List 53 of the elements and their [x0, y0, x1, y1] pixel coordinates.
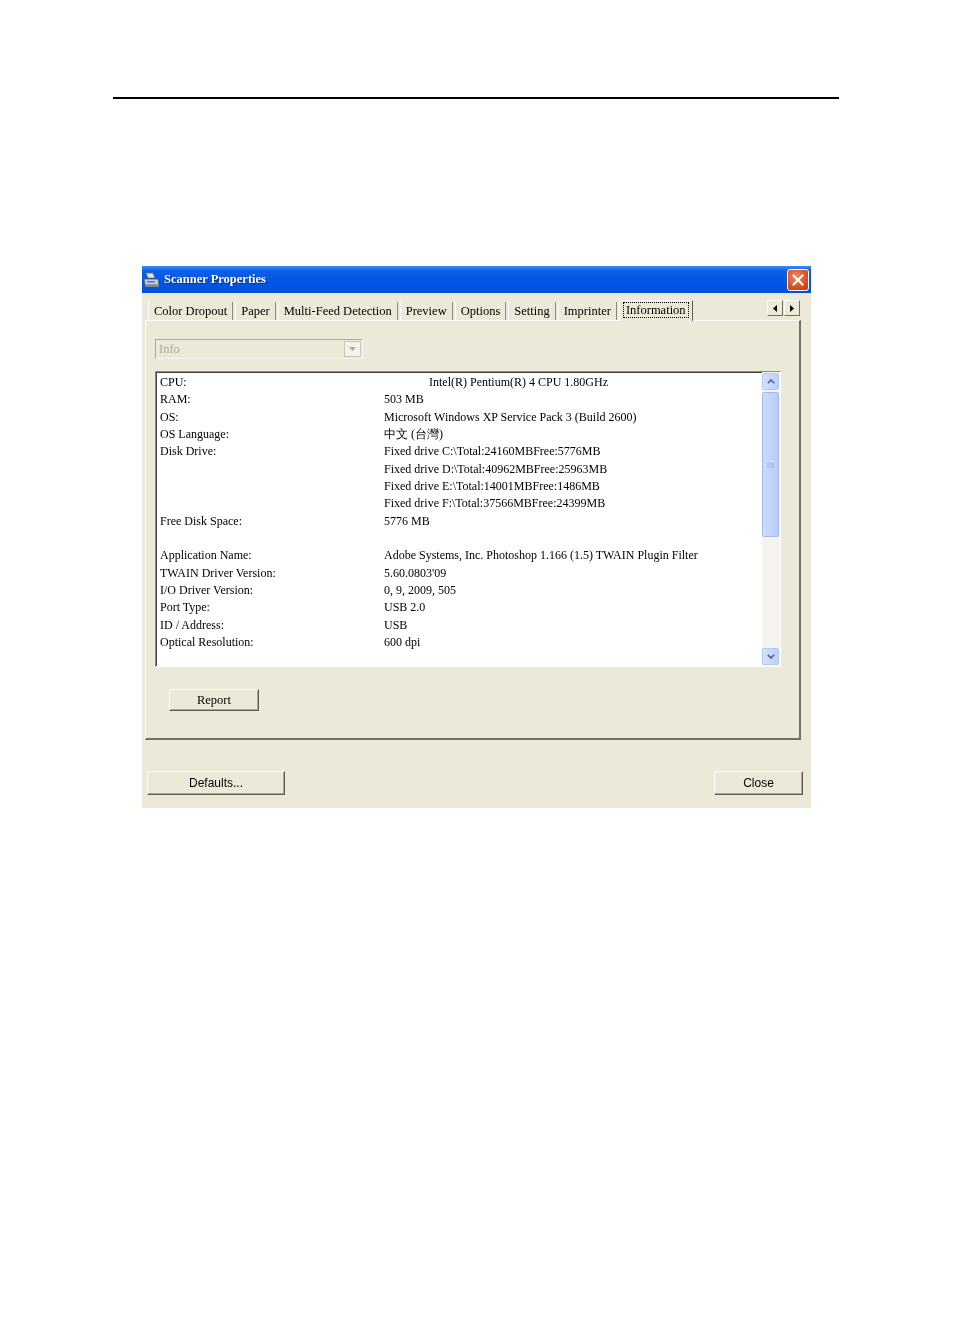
info-label: Application Name: — [160, 547, 252, 565]
chevron-down-icon — [766, 654, 775, 659]
info-value: Intel(R) Pentium(R) 4 CPU 1.80GHz — [429, 374, 608, 391]
info-value: 0, 9, 2009, 505 — [384, 581, 456, 599]
info-value: 5776 MB — [384, 512, 430, 530]
info-value: USB 2.0 — [384, 599, 426, 617]
info-value: USB — [384, 616, 408, 634]
info-value: 5.60.0803'09 — [384, 564, 447, 582]
info-label: Port Type: — [160, 599, 210, 617]
info-label: Free Disk Space: — [160, 512, 242, 530]
info-value: 503 MB — [384, 391, 424, 409]
info-value: Microsoft Windows XP Service Pack 3 (Build 2600) — [384, 408, 637, 426]
scroll-down-button[interactable] — [762, 648, 779, 665]
tab[interactable]: Color Dropout — [148, 302, 234, 320]
grip-icon — [767, 461, 774, 468]
info-value: Fixed drive D:\Total:40962MBFree:25963MB — [384, 460, 608, 478]
info-label: OS: — [160, 408, 179, 426]
info-value: Adobe Systems, Inc. Photoshop 1.166 (1.5) TWAIN Plugin Filter — [384, 547, 698, 565]
info-value: 600 dpi — [384, 633, 421, 651]
info-label: I/O Driver Version: — [160, 581, 254, 599]
info-value: Fixed drive E:\Total:14001MBFree:1486MB — [384, 477, 600, 495]
info-label: ID / Address: — [160, 616, 224, 634]
triangle-right-icon — [790, 304, 794, 312]
scrollbar-thumb[interactable] — [762, 392, 779, 537]
window-title: Scanner Properties — [164, 272, 266, 287]
caret-icon — [344, 341, 361, 357]
info-value: 中文 (台灣) — [384, 426, 443, 443]
triangle-left-icon — [773, 304, 777, 312]
info-label: Optical Resolution: — [160, 633, 254, 651]
info-label: RAM: — [160, 391, 191, 409]
tab[interactable]: Options — [454, 302, 507, 320]
tab[interactable]: Imprinter — [557, 302, 617, 320]
scroll-right-button[interactable] — [784, 300, 800, 316]
info-label: TWAIN Driver Version: — [160, 564, 276, 582]
chevron-up-icon — [766, 379, 775, 384]
close-icon — [792, 273, 804, 286]
tab[interactable]: Multi-Feed Detection — [277, 302, 398, 320]
window-close-button[interactable] — [787, 268, 809, 291]
info-value: Fixed drive C:\Total:24160MBFree:5776MB — [384, 443, 601, 461]
defaults-button[interactable]: Defaults... — [147, 771, 285, 795]
tab[interactable]: Setting — [508, 302, 556, 320]
report-button[interactable]: Report — [169, 689, 259, 711]
scanner-icon — [143, 271, 160, 288]
scroll-left-button[interactable] — [767, 300, 783, 316]
tab[interactable]: Paper — [235, 302, 276, 320]
info-label: Disk Drive: — [160, 443, 217, 461]
tab[interactable]: Preview — [399, 302, 453, 320]
info-label: OS Language: — [160, 426, 229, 443]
info-label: CPU: — [160, 374, 187, 391]
info-value: Fixed drive F:\Total:37566MBFree:24399MB — [384, 495, 606, 513]
scroll-up-button[interactable] — [762, 373, 779, 390]
close-button[interactable]: Close — [714, 771, 803, 795]
tab[interactable]: Information — [618, 300, 693, 321]
